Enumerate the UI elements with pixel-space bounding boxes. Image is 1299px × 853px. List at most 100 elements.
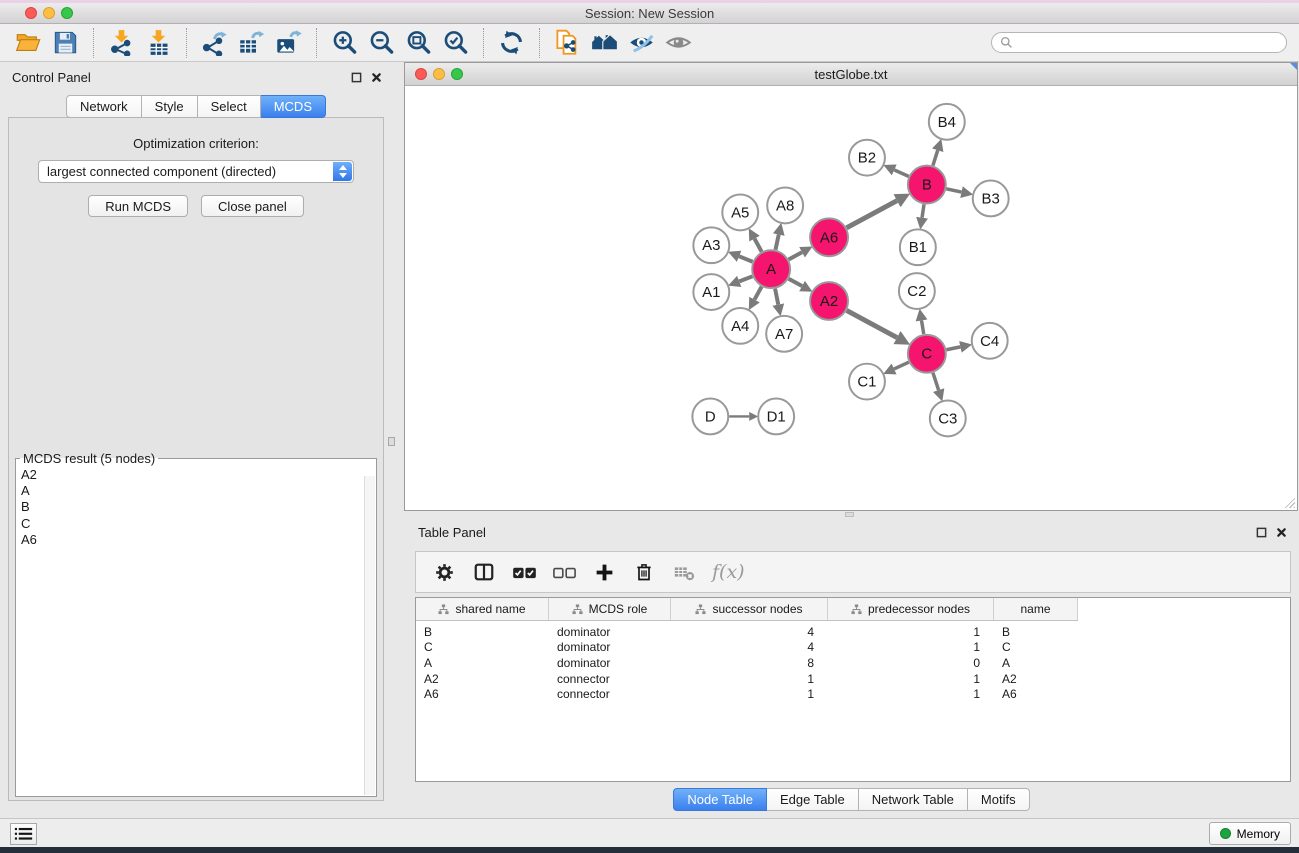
export-network-button[interactable] xyxy=(198,26,231,59)
add-column-button[interactable] xyxy=(584,554,624,590)
memory-button[interactable]: Memory xyxy=(1209,822,1291,845)
column-header-shared-name[interactable]: shared name xyxy=(416,598,549,620)
open-session-button[interactable] xyxy=(12,26,45,59)
float-table-panel-icon[interactable] xyxy=(1256,527,1267,538)
delete-column-button[interactable] xyxy=(624,554,664,590)
table-cell: 1 xyxy=(828,687,994,701)
home-button[interactable] xyxy=(588,26,621,59)
svg-text:A3: A3 xyxy=(702,237,720,254)
control-panel-title: Control Panel xyxy=(12,70,91,85)
tab-style[interactable]: Style xyxy=(142,95,198,118)
export-image-button[interactable] xyxy=(272,26,305,59)
network-from-file-button[interactable] xyxy=(551,26,584,59)
delete-table-button[interactable] xyxy=(664,554,704,590)
tab-motifs[interactable]: Motifs xyxy=(968,788,1030,811)
close-table-panel-icon[interactable] xyxy=(1276,527,1287,538)
run-mcds-button[interactable]: Run MCDS xyxy=(88,195,188,217)
close-panel-button[interactable]: Close panel xyxy=(201,195,304,217)
import-network-icon xyxy=(108,29,135,56)
horizontal-divider-grip[interactable] xyxy=(845,512,854,517)
panel-divider-grip[interactable] xyxy=(388,437,395,446)
mcds-result-item[interactable]: A xyxy=(21,483,371,499)
search-box xyxy=(991,32,1287,53)
mcds-panel: Optimization criterion: largest connecte… xyxy=(8,117,384,801)
svg-text:B2: B2 xyxy=(858,150,876,167)
select-stepper-icon xyxy=(333,162,352,181)
table-row[interactable]: Adominator80A xyxy=(416,655,1290,671)
table-row[interactable]: Cdominator41C xyxy=(416,640,1290,656)
show-details-button[interactable] xyxy=(662,26,695,59)
network-file-icon xyxy=(554,29,581,56)
criterion-select[interactable]: largest connected component (directed) xyxy=(38,160,354,183)
network-graph[interactable]: B4B2BB3A8A5A6A3B1AC2A1A2A4A7C4CC1C3DD1 xyxy=(405,87,1297,510)
table-settings-button[interactable] xyxy=(424,554,464,590)
mcds-result-item[interactable]: B xyxy=(21,499,371,515)
table-cell: 1 xyxy=(671,672,828,686)
table-cell: A6 xyxy=(994,687,1078,701)
list-icon xyxy=(14,826,33,842)
toolbar-separator xyxy=(539,28,540,58)
criterion-value: largest connected component (directed) xyxy=(47,164,276,179)
table-cell: A2 xyxy=(994,672,1078,686)
table-row[interactable]: A2connector11A2 xyxy=(416,671,1290,687)
mcds-result-item[interactable]: C xyxy=(21,516,371,532)
tab-select[interactable]: Select xyxy=(198,95,261,118)
mcds-result-item[interactable]: A2 xyxy=(21,467,371,483)
task-history-button[interactable] xyxy=(10,823,37,845)
network-canvas[interactable]: B4B2BB3A8A5A6A3B1AC2A1A2A4A7C4CC1C3DD1 xyxy=(405,87,1297,510)
import-table-button[interactable] xyxy=(142,26,175,59)
svg-text:B1: B1 xyxy=(909,239,927,256)
tab-network-table[interactable]: Network Table xyxy=(859,788,968,811)
refresh-button[interactable] xyxy=(495,26,528,59)
column-header-predecessor-nodes[interactable]: predecessor nodes xyxy=(828,598,994,620)
network-window-title: testGlobe.txt xyxy=(405,67,1297,82)
table-cell: 4 xyxy=(671,625,828,639)
float-panel-icon[interactable] xyxy=(351,72,362,83)
function-builder-button[interactable]: f(x) xyxy=(712,561,745,583)
zoom-fit-button[interactable] xyxy=(402,26,435,59)
zoom-selected-button[interactable] xyxy=(439,26,472,59)
mcds-result-item[interactable]: A6 xyxy=(21,532,371,548)
zoom-fit-icon xyxy=(405,29,432,56)
mcds-result-box: MCDS result (5 nodes) A2ABCA6 xyxy=(15,451,377,797)
close-window-button[interactable] xyxy=(25,7,37,19)
result-scrollbar[interactable] xyxy=(364,476,375,795)
table-row[interactable]: Bdominator41B xyxy=(416,624,1290,640)
zoom-window-button[interactable] xyxy=(61,7,73,19)
column-header-successor-nodes[interactable]: successor nodes xyxy=(671,598,828,620)
table-cell: 1 xyxy=(828,625,994,639)
memory-label: Memory xyxy=(1237,827,1280,841)
table-row[interactable]: A6connector11A6 xyxy=(416,686,1290,702)
column-header-mcds-role[interactable]: MCDS role xyxy=(549,598,671,620)
network-minimize-button[interactable] xyxy=(433,68,445,80)
control-tabs: NetworkStyleSelectMCDS xyxy=(0,95,392,118)
export-table-button[interactable] xyxy=(235,26,268,59)
tab-mcds[interactable]: MCDS xyxy=(261,95,326,118)
tree-icon xyxy=(572,604,583,615)
svg-text:A2: A2 xyxy=(820,293,838,310)
show-hide-details-button[interactable] xyxy=(625,26,658,59)
network-window-titlebar[interactable]: testGlobe.txt xyxy=(405,63,1297,86)
minimize-window-button[interactable] xyxy=(43,7,55,19)
unselect-all-columns-button[interactable] xyxy=(544,554,584,590)
network-close-button[interactable] xyxy=(415,68,427,80)
export-network-icon xyxy=(201,29,228,56)
open-folder-icon xyxy=(15,29,42,56)
zoom-in-button[interactable] xyxy=(328,26,361,59)
column-header-name[interactable]: name xyxy=(994,598,1078,620)
zoom-out-button[interactable] xyxy=(365,26,398,59)
close-panel-icon[interactable] xyxy=(371,72,382,83)
tab-network[interactable]: Network xyxy=(66,95,142,118)
show-columns-button[interactable] xyxy=(464,554,504,590)
tab-edge-table[interactable]: Edge Table xyxy=(767,788,859,811)
svg-text:C4: C4 xyxy=(980,333,999,350)
tab-node-table[interactable]: Node Table xyxy=(673,788,767,811)
svg-text:A5: A5 xyxy=(731,204,749,221)
eye-slash-icon xyxy=(628,29,655,56)
network-zoom-button[interactable] xyxy=(451,68,463,80)
select-all-columns-button[interactable] xyxy=(504,554,544,590)
table-cell: A xyxy=(416,656,549,670)
save-session-button[interactable] xyxy=(49,26,82,59)
import-network-button[interactable] xyxy=(105,26,138,59)
search-input[interactable] xyxy=(1018,35,1278,50)
